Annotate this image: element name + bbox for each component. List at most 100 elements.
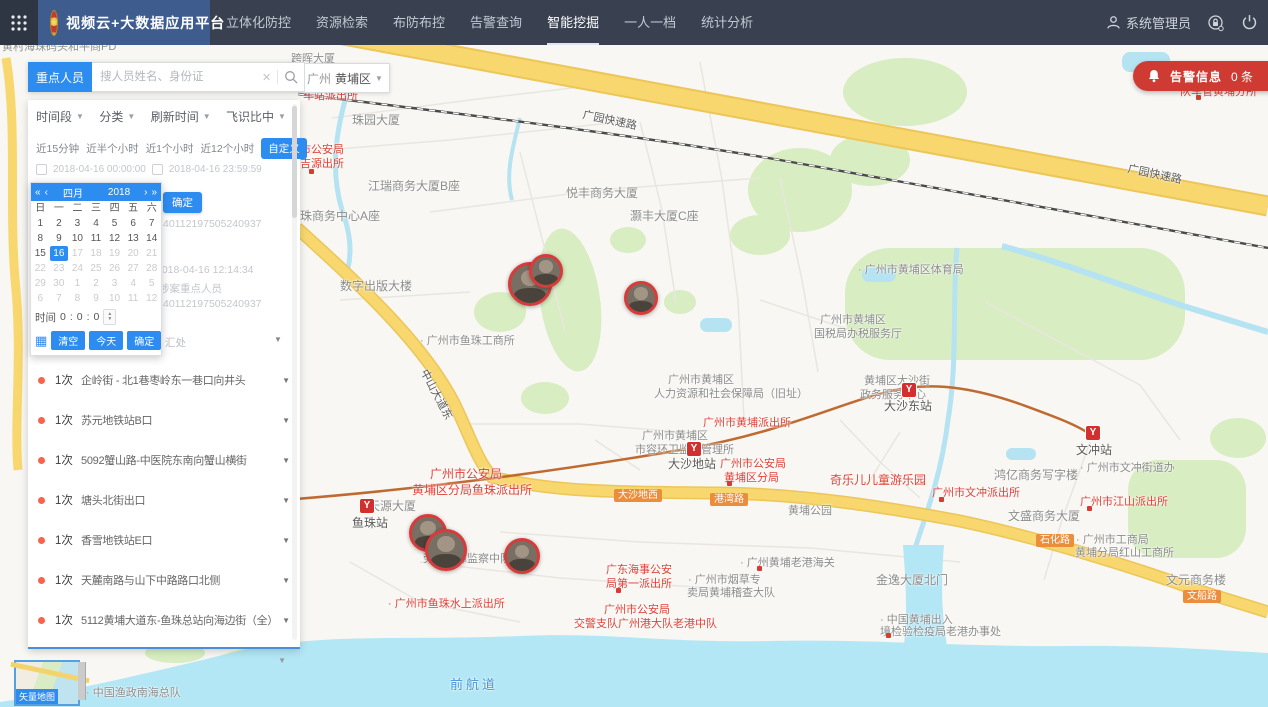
calendar-day-cell[interactable]: 1 [68, 276, 87, 291]
calendar-day-cell[interactable]: 14 [142, 231, 161, 246]
calendar-day-cell[interactable]: 5 [105, 216, 124, 231]
calendar-month[interactable]: 四月 [52, 185, 94, 200]
list-item[interactable]: 1次5092蟹山路-中医院东南向蟹山横街▼ [28, 440, 300, 480]
filter-dropdown[interactable]: 时间段▼ [36, 108, 84, 125]
calendar-day-cell[interactable]: 11 [124, 291, 143, 306]
calendar-day-cell[interactable]: 2 [50, 216, 69, 231]
time-hour[interactable]: 0 [60, 311, 66, 323]
list-item[interactable]: 1次企岭街 - 北1巷枣岭东一巷口向井头▼ [28, 360, 300, 400]
calendar-day-cell[interactable]: 16 [50, 246, 69, 261]
calendar-day-cell[interactable]: 10 [105, 291, 124, 306]
calendar-day-cell[interactable]: 30 [50, 276, 69, 291]
calendar-day-cell[interactable]: 24 [68, 261, 87, 276]
list-item[interactable]: 1次5112黄埔大道东-鱼珠总站向海边街（全）▼ [28, 600, 300, 640]
quick-range-button[interactable]: 近1个小时 [146, 141, 194, 156]
confirm-button[interactable]: 确定 [163, 192, 202, 213]
calendar-day-cell[interactable]: 6 [124, 216, 143, 231]
prev-year-icon[interactable]: « [35, 187, 41, 198]
date-to-checkbox[interactable] [152, 164, 163, 175]
calendar-day-cell[interactable]: 6 [31, 291, 50, 306]
calendar-day-cell[interactable]: 15 [31, 246, 50, 261]
calendar-day-cell[interactable]: 22 [31, 261, 50, 276]
time-second[interactable]: 0 [94, 311, 100, 323]
calendar-day-cell[interactable]: 25 [87, 261, 106, 276]
nav-item[interactable]: 统计分析 [701, 0, 753, 45]
app-grid-button[interactable] [0, 0, 38, 45]
calendar-day-cell[interactable]: 8 [31, 231, 50, 246]
quick-range-button[interactable]: 近半个小时 [86, 141, 139, 156]
calendar-day-cell[interactable]: 13 [124, 231, 143, 246]
date-to-value[interactable]: 2018-04-16 23:59:59 [169, 164, 262, 175]
calendar-day-cell[interactable]: 8 [68, 291, 87, 306]
calendar-day-cell[interactable]: 28 [142, 261, 161, 276]
person-marker[interactable] [504, 538, 540, 574]
date-from-checkbox[interactable] [36, 164, 47, 175]
item-chevron-down-icon[interactable]: ▼ [282, 456, 290, 465]
person-search-input[interactable] [98, 70, 256, 84]
search-icon[interactable] [284, 70, 298, 84]
calendar-day-cell[interactable]: 12 [142, 291, 161, 306]
calendar-day-cell[interactable]: 9 [50, 231, 69, 246]
record-agg-chevron-icon[interactable]: ▼ [274, 335, 282, 344]
calendar-ok-button[interactable]: 确定 [127, 331, 161, 350]
list-item[interactable]: 1次香雪地铁站E口▼ [28, 520, 300, 560]
calendar-grid-icon[interactable]: ▦ [35, 334, 47, 347]
nav-item[interactable]: 告警查询 [470, 0, 522, 45]
calendar-day-cell[interactable]: 7 [50, 291, 69, 306]
calendar-day-cell[interactable]: 1 [31, 216, 50, 231]
calendar-day-cell[interactable]: 11 [87, 231, 106, 246]
calendar-day-cell[interactable]: 23 [50, 261, 69, 276]
scrollbar-thumb[interactable] [292, 106, 297, 218]
item-chevron-down-icon[interactable]: ▼ [282, 616, 290, 625]
calendar-day-cell[interactable]: 26 [105, 261, 124, 276]
nav-item[interactable]: 智能挖掘 [547, 0, 599, 45]
calendar-day-cell[interactable]: 12 [105, 231, 124, 246]
calendar-year[interactable]: 2018 [98, 187, 140, 198]
list-scroll-down-icon[interactable]: ▼ [278, 656, 286, 665]
list-item[interactable]: 1次塘头北街出口▼ [28, 480, 300, 520]
calendar-day-cell[interactable]: 7 [142, 216, 161, 231]
calendar-today-button[interactable]: 今天 [89, 331, 123, 350]
item-chevron-down-icon[interactable]: ▼ [282, 496, 290, 505]
person-marker[interactable] [425, 529, 467, 571]
time-stepper[interactable]: ▲▼ [103, 309, 116, 325]
list-item[interactable]: 1次苏元地铁站B口▼ [28, 400, 300, 440]
date-from-value[interactable]: 2018-04-16 00:00:00 [53, 164, 146, 175]
filter-dropdown[interactable]: 飞识比中▼ [226, 108, 286, 125]
next-year-icon[interactable]: » [151, 187, 157, 198]
item-chevron-down-icon[interactable]: ▼ [282, 576, 290, 585]
nav-item[interactable]: 资源检索 [316, 0, 368, 45]
region-selector[interactable]: 广州 黄埔区 ▼ [300, 63, 390, 93]
item-chevron-down-icon[interactable]: ▼ [282, 376, 290, 385]
calendar-day-cell[interactable]: 10 [68, 231, 87, 246]
item-chevron-down-icon[interactable]: ▼ [282, 536, 290, 545]
user-menu[interactable]: 系统管理员 [1106, 13, 1191, 32]
person-marker[interactable] [624, 281, 658, 315]
calendar-day-cell[interactable]: 3 [105, 276, 124, 291]
quick-range-button[interactable]: 自定义 [261, 138, 307, 159]
filter-dropdown[interactable]: 分类▼ [99, 108, 135, 125]
alert-bar[interactable]: 告警信息 0 条 [1133, 61, 1268, 91]
tab-key-person[interactable]: 重点人员 [28, 62, 92, 92]
nav-item[interactable]: 立体化防控 [226, 0, 291, 45]
security-settings-button[interactable] [1207, 14, 1225, 32]
calendar-day-cell[interactable]: 29 [31, 276, 50, 291]
nav-item[interactable]: 一人一档 [624, 0, 676, 45]
calendar-day-cell[interactable]: 4 [87, 216, 106, 231]
calendar-day-cell[interactable]: 27 [124, 261, 143, 276]
calendar-day-cell[interactable]: 19 [105, 246, 124, 261]
nav-item[interactable]: 布防布控 [393, 0, 445, 45]
quick-range-button[interactable]: 近12个小时 [201, 141, 255, 156]
minimap[interactable]: 矢量地图 [14, 660, 80, 706]
prev-month-icon[interactable]: ‹ [45, 187, 48, 198]
list-item[interactable]: 1次天麓南路与山下中路路口北侧▼ [28, 560, 300, 600]
logout-button[interactable] [1241, 14, 1258, 31]
item-chevron-down-icon[interactable]: ▼ [282, 416, 290, 425]
calendar-day-cell[interactable]: 2 [87, 276, 106, 291]
calendar-day-cell[interactable]: 20 [124, 246, 143, 261]
calendar-day-cell[interactable]: 5 [142, 276, 161, 291]
quick-range-button[interactable]: 近15分钟 [36, 141, 79, 156]
clear-search-icon[interactable]: ✕ [262, 71, 271, 84]
person-marker[interactable] [529, 254, 563, 288]
calendar-day-cell[interactable]: 9 [87, 291, 106, 306]
